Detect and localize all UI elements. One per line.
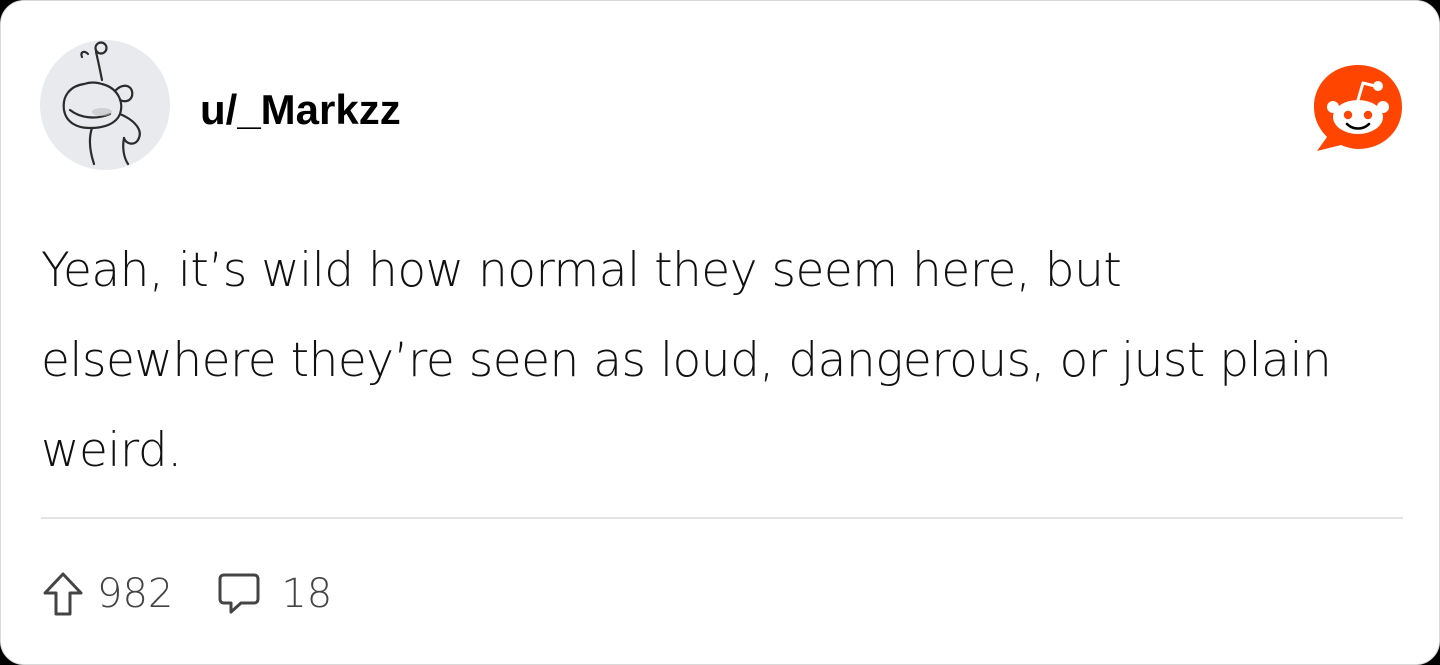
comment-body: Yeah, it’s wild how normal they seem her…: [41, 243, 1332, 478]
avatar[interactable]: [40, 40, 170, 170]
upvote-count: 982: [97, 571, 174, 617]
snoo-avatar-icon: [62, 41, 141, 166]
divider: [41, 517, 1403, 519]
comment-bubble-icon: [218, 573, 260, 614]
upvote-button[interactable]: 982: [41, 570, 173, 618]
comment-card: u/_Markzz Yeah, it’s wild how normal the…: [0, 0, 1440, 665]
comment-count: 18: [281, 571, 333, 617]
username[interactable]: u/_Markzz: [200, 84, 401, 136]
upvote-arrow-icon: [43, 572, 83, 616]
action-bar: 982 18: [41, 566, 332, 622]
reddit-logo-icon: [1311, 63, 1405, 155]
comments-button[interactable]: 18: [217, 571, 332, 617]
